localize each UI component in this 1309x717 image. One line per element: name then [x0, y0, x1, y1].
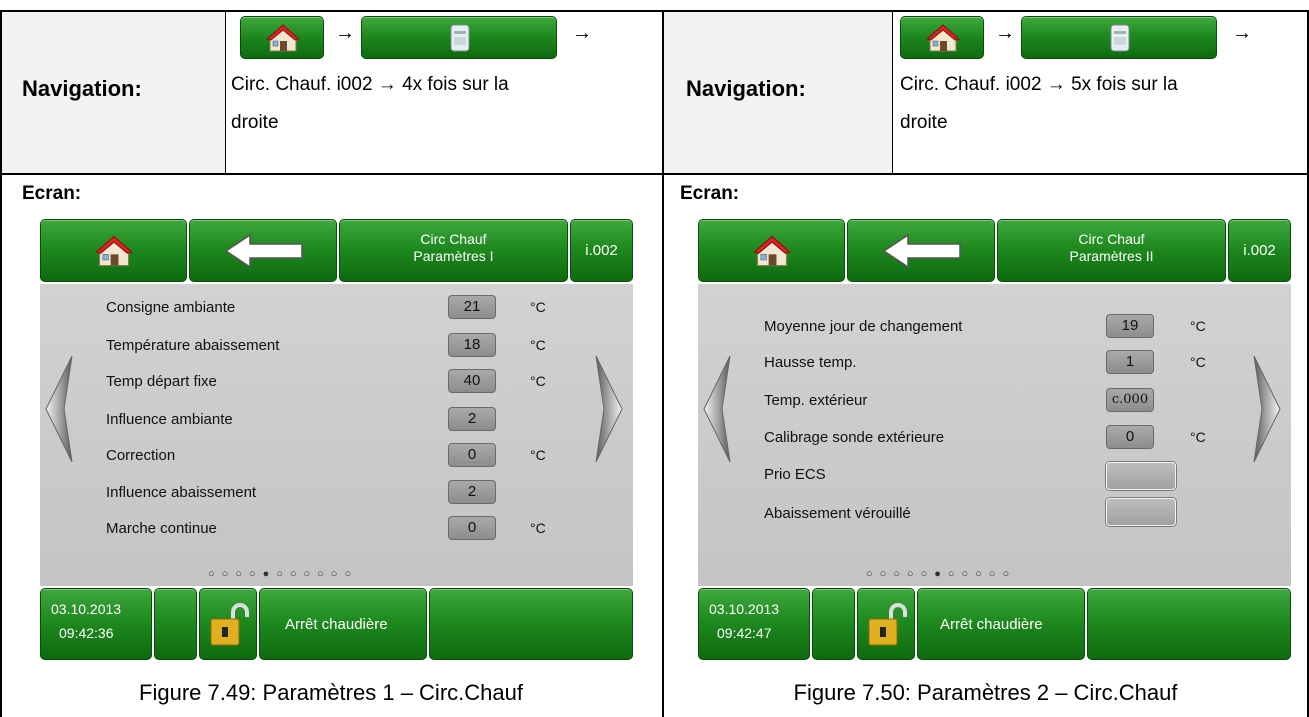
navigation-label: Navigation: — [22, 76, 142, 101]
home-icon — [926, 24, 960, 52]
param-unit: °C — [530, 337, 546, 353]
screen-title: Circ Chauf Paramètres II — [997, 219, 1226, 282]
figure-caption: Figure 7.49: Paramètres 1 – Circ.Chauf — [139, 680, 523, 705]
param-value[interactable]: 40 — [448, 369, 496, 393]
status-display: Arrêt chaudière — [259, 588, 427, 660]
parameter-panel — [40, 284, 633, 586]
navigation-path-line2: droite — [900, 112, 948, 133]
param-value[interactable]: 1 — [1106, 350, 1154, 374]
screen-id-button[interactable]: i.002 — [1228, 219, 1291, 282]
home-button[interactable] — [40, 219, 187, 282]
param-unit: °C — [1190, 318, 1206, 334]
boiler-button[interactable] — [1021, 16, 1217, 59]
status-display: Arrêt chaudière — [917, 588, 1085, 660]
navigation-label: Navigation: — [686, 76, 806, 101]
back-arrow-icon — [882, 233, 961, 269]
time: 09:42:36 — [59, 625, 114, 641]
navigation-path-line1: Circ. Chauf. i002 → 5x fois sur la — [900, 74, 1178, 95]
param-value[interactable]: 21 — [448, 295, 496, 319]
boiler-icon — [1110, 24, 1130, 52]
status-text: Arrêt chaudière — [285, 616, 388, 633]
chevron-right-icon[interactable] — [1252, 354, 1282, 464]
screen-id-button[interactable]: i.002 — [570, 219, 633, 282]
param-value[interactable]: 0 — [1106, 425, 1154, 449]
screen-id: i.002 — [1243, 242, 1276, 259]
ecran-label: Ecran: — [22, 183, 82, 204]
param-unit: °C — [530, 447, 546, 463]
chevron-left-icon[interactable] — [702, 354, 732, 464]
param-label: Influence abaissement — [106, 484, 257, 501]
param-value[interactable]: c.000 — [1106, 388, 1154, 412]
param-unit: °C — [1190, 429, 1206, 445]
footer-blank-panel — [429, 588, 633, 660]
boiler-icon — [450, 24, 470, 52]
back-button[interactable] — [847, 219, 995, 282]
nav-arrow: → — [572, 22, 592, 44]
param-unit: °C — [530, 299, 546, 315]
lock-button[interactable] — [857, 588, 915, 660]
nav-arrow: → — [995, 22, 1015, 44]
abaissement-toggle[interactable] — [1106, 498, 1176, 526]
home-icon — [266, 24, 300, 52]
param-value[interactable]: 19 — [1106, 314, 1154, 338]
footer-blank-button[interactable] — [812, 588, 855, 660]
unlocked-padlock-icon — [210, 603, 249, 646]
navigation-path-line2: droite — [231, 112, 279, 133]
figure-caption: Figure 7.50: Paramètres 2 – Circ.Chauf — [793, 680, 1178, 705]
time: 09:42:47 — [717, 625, 772, 641]
home-icon — [95, 235, 133, 267]
home-button[interactable] — [240, 16, 324, 59]
back-arrow-icon — [224, 233, 303, 269]
date: 03.10.2013 — [709, 601, 780, 617]
param-label: Temp départ fixe — [106, 373, 217, 390]
prio-ecs-toggle[interactable] — [1106, 462, 1176, 490]
screen-title-line1: Circ Chauf — [1078, 231, 1145, 247]
chevron-left-icon[interactable] — [44, 354, 74, 464]
status-text: Arrêt chaudière — [940, 616, 1043, 633]
screen-title: Circ Chauf Paramètres I — [339, 219, 568, 282]
home-button[interactable] — [900, 16, 984, 59]
ecran-label: Ecran: — [680, 183, 740, 204]
nav-arrow: → — [335, 22, 355, 44]
footer-blank-panel — [1087, 588, 1291, 660]
screen-title-line2: Paramètres I — [413, 248, 494, 264]
param-unit: °C — [530, 373, 546, 389]
boiler-button[interactable] — [361, 16, 557, 59]
footer-blank-button[interactable] — [154, 588, 197, 660]
home-button[interactable] — [698, 219, 845, 282]
screen-id: i.002 — [585, 242, 618, 259]
screen-title-line1: Circ Chauf — [420, 231, 487, 247]
param-label: Correction — [106, 447, 176, 464]
nav-arrow: → — [1232, 22, 1252, 44]
param-label: Marche continue — [106, 520, 217, 537]
param-label: Temp. extérieur — [764, 392, 868, 409]
param-label: Calibrage sonde extérieure — [764, 429, 945, 446]
page-indicator: ○○○○○●○○○○○ — [866, 568, 1017, 580]
param-value[interactable]: 2 — [448, 480, 496, 504]
param-label: Hausse temp. — [764, 354, 857, 371]
param-unit: °C — [530, 520, 546, 536]
param-label: Prio ECS — [764, 466, 826, 483]
home-icon — [753, 235, 791, 267]
unlocked-padlock-icon — [868, 603, 907, 646]
datetime-display: 03.10.2013 09:42:36 — [40, 588, 152, 660]
param-label: Consigne ambiante — [106, 299, 236, 316]
param-value[interactable]: 2 — [448, 407, 496, 431]
param-label: Influence ambiante — [106, 411, 233, 428]
date: 03.10.2013 — [51, 601, 122, 617]
back-button[interactable] — [189, 219, 337, 282]
page-indicator: ○○○○●○○○○○○ — [208, 568, 359, 580]
screen-title-line2: Paramètres II — [1069, 248, 1154, 264]
datetime-display: 03.10.2013 09:42:47 — [698, 588, 810, 660]
param-value[interactable]: 18 — [448, 333, 496, 357]
navigation-path-line1: Circ. Chauf. i002 → 4x fois sur la — [231, 74, 509, 95]
param-label: Moyenne jour de changement — [764, 318, 963, 335]
lock-button[interactable] — [199, 588, 257, 660]
chevron-right-icon[interactable] — [594, 354, 624, 464]
param-value[interactable]: 0 — [448, 516, 496, 540]
param-label: Abaissement vérouillé — [764, 505, 911, 522]
param-value[interactable]: 0 — [448, 443, 496, 467]
param-label: Température abaissement — [106, 337, 280, 354]
param-unit: °C — [1190, 354, 1206, 370]
